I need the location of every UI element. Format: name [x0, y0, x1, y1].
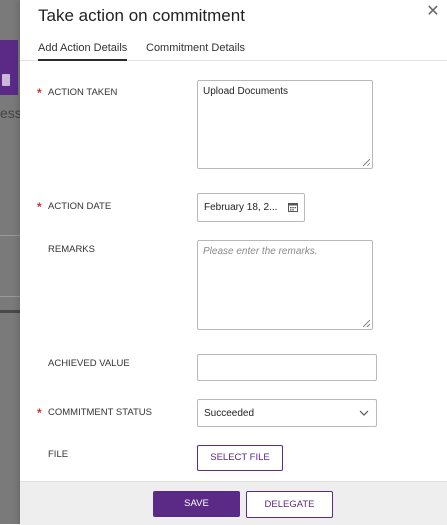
achieved-value-input[interactable] [197, 354, 377, 381]
action-taken-value: Upload Documents [203, 86, 289, 97]
background-divider [0, 310, 20, 313]
remarks-label: REMARKS [48, 244, 95, 255]
background-partial-text: ess [0, 105, 20, 121]
calendar-icon[interactable] [288, 202, 298, 212]
remarks-textarea[interactable]: Please enter the remarks. [197, 240, 373, 330]
tab-bar: Add Action Details Commitment Details [20, 38, 447, 61]
tab-add-action-details[interactable]: Add Action Details [38, 42, 128, 61]
resize-grip-icon[interactable] [363, 320, 370, 327]
commitment-status-label: COMMITMENT STATUS [48, 407, 152, 418]
close-icon[interactable]: ✕ [425, 4, 441, 20]
commitment-status-value: Succeeded [204, 408, 255, 419]
delegate-button[interactable]: DELEGATE [246, 491, 333, 518]
resize-grip-icon[interactable] [363, 159, 370, 166]
action-taken-label: ACTION TAKEN [48, 87, 118, 98]
background-purple-panel [0, 40, 18, 95]
action-date-input[interactable]: February 18, 2... [197, 193, 305, 222]
action-date-value: February 18, 2... [204, 202, 278, 213]
action-date-label: ACTION DATE [48, 201, 112, 212]
drawer-title: Take action on commitment [38, 6, 245, 25]
action-drawer: Take action on commitment ✕ Add Action D… [20, 0, 447, 525]
action-taken-textarea[interactable]: Upload Documents [197, 80, 373, 169]
drawer-footer: SAVE DELEGATE [20, 481, 447, 525]
tab-commitment-details[interactable]: Commitment Details [146, 42, 245, 54]
background-row-strip [0, 235, 20, 297]
commitment-status-select[interactable]: Succeeded [197, 399, 377, 427]
background-document-icon [2, 74, 10, 86]
file-label: FILE [48, 449, 69, 460]
required-marker: * [37, 200, 42, 214]
remarks-placeholder: Please enter the remarks. [203, 246, 318, 257]
select-file-button[interactable]: SELECT FILE [197, 445, 283, 471]
achieved-value-label: ACHIEVED VALUE [48, 358, 130, 369]
required-marker: * [37, 86, 42, 100]
required-marker: * [37, 406, 42, 420]
chevron-down-icon[interactable] [359, 408, 369, 418]
save-button[interactable]: SAVE [153, 491, 240, 517]
